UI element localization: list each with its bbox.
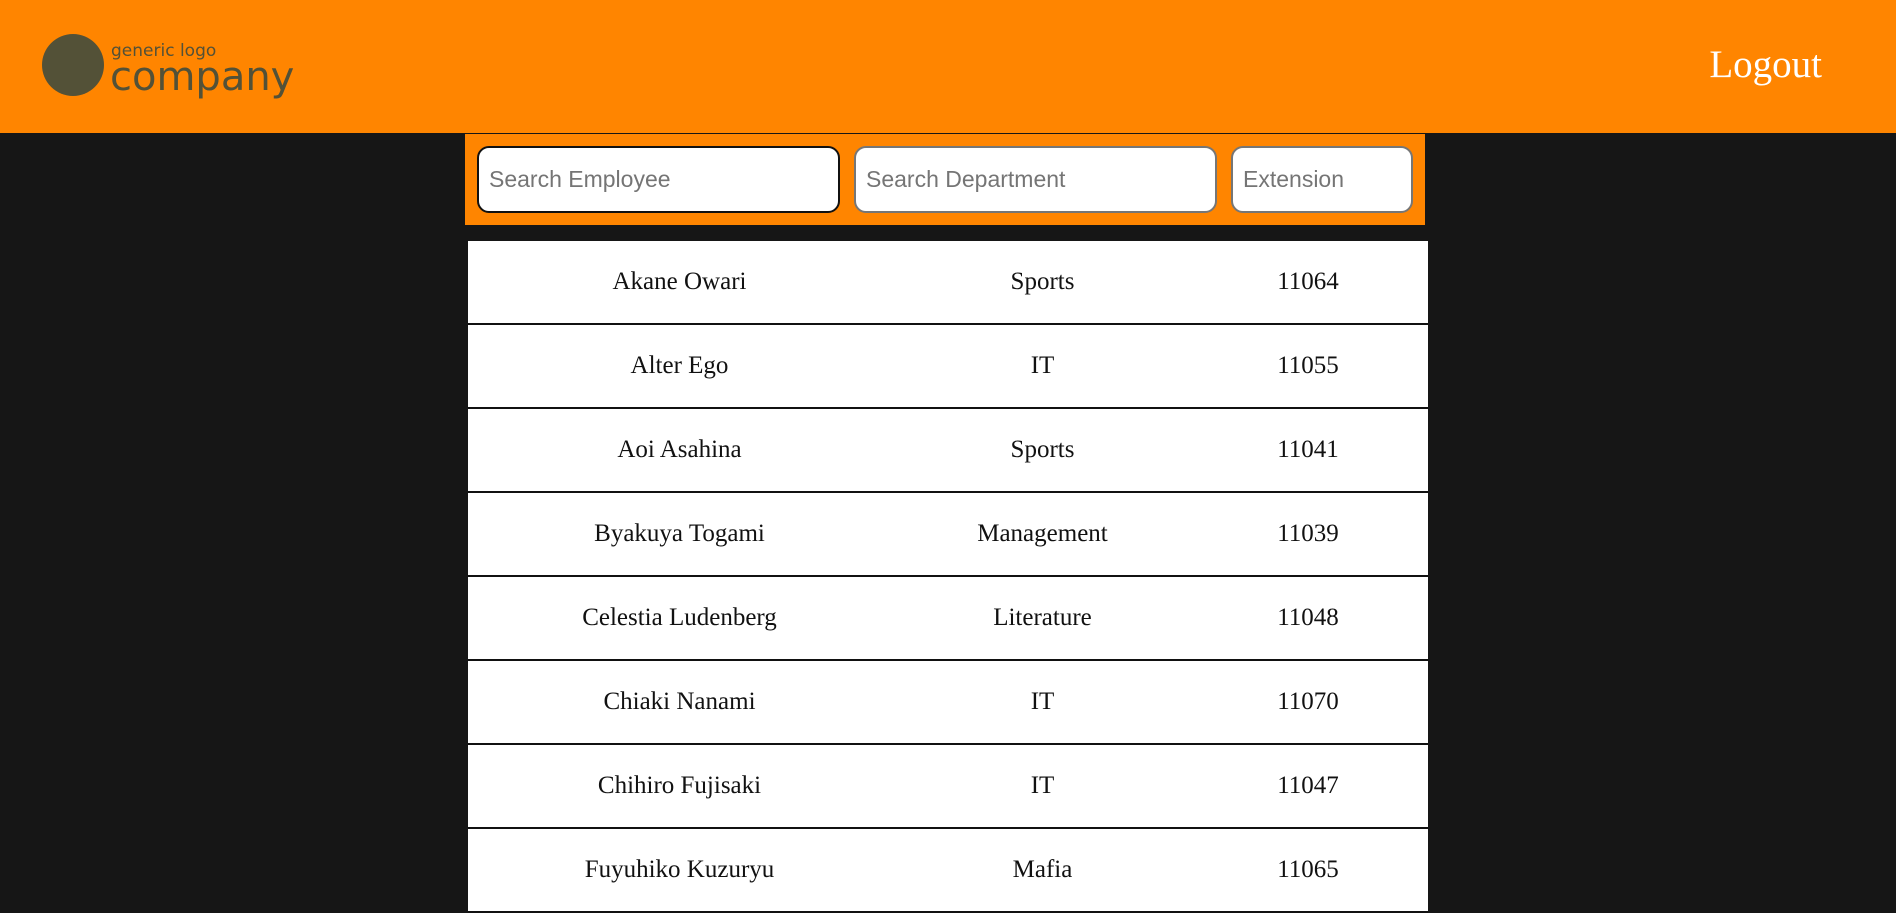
employee-name: Chihiro Fujisaki <box>597 772 762 799</box>
employee-name: Akane Owari <box>612 268 747 295</box>
employee-department: Literature <box>993 604 1092 631</box>
logo-circle-icon <box>42 34 104 96</box>
employee-name: Celestia Ludenberg <box>582 604 777 631</box>
employee-name: Alter Ego <box>630 352 729 379</box>
employee-department: IT <box>1030 688 1055 715</box>
employee-extension: 11055 <box>1277 352 1339 379</box>
employee-department: Mafia <box>1012 856 1073 883</box>
top-navigation-bar: generic logo company Logout <box>0 0 1896 133</box>
employee-department: Management <box>977 520 1108 547</box>
search-department-input[interactable] <box>854 146 1217 213</box>
table-row[interactable]: Chiaki Nanami IT 11070 <box>468 661 1428 745</box>
employee-name: Aoi Asahina <box>617 436 742 463</box>
employee-extension: 11039 <box>1277 520 1339 547</box>
table-row[interactable]: Byakuya Togami Management 11039 <box>468 493 1428 577</box>
table-row[interactable]: Akane Owari Sports 11064 <box>468 241 1428 325</box>
employee-table: Akane Owari Sports 11064 Alter Ego IT 11… <box>468 241 1428 913</box>
company-logo[interactable]: generic logo company <box>42 34 302 100</box>
logout-link[interactable]: Logout <box>1709 42 1822 88</box>
employee-extension: 11065 <box>1277 856 1339 883</box>
table-row[interactable]: Fuyuhiko Kuzuryu Mafia 11065 <box>468 829 1428 913</box>
table-row[interactable]: Aoi Asahina Sports 11041 <box>468 409 1428 493</box>
employee-name: Byakuya Togami <box>594 520 765 547</box>
employee-extension: 11064 <box>1277 268 1339 295</box>
logo-wordmark: company <box>110 54 295 100</box>
employee-name: Fuyuhiko Kuzuryu <box>584 856 775 883</box>
table-row[interactable]: Celestia Ludenberg Literature 11048 <box>468 577 1428 661</box>
employee-extension: 11070 <box>1277 688 1339 715</box>
search-extension-input[interactable] <box>1231 146 1413 213</box>
employee-department: Sports <box>1010 268 1075 295</box>
table-row[interactable]: Chihiro Fujisaki IT 11047 <box>468 745 1428 829</box>
employee-department: Sports <box>1010 436 1075 463</box>
employee-name: Chiaki Nanami <box>603 688 756 715</box>
employee-extension: 11047 <box>1277 772 1339 799</box>
search-bar <box>465 134 1425 225</box>
employee-department: IT <box>1030 772 1055 799</box>
search-employee-input[interactable] <box>477 146 840 213</box>
employee-department: IT <box>1030 352 1055 379</box>
employee-extension: 11048 <box>1277 604 1339 631</box>
employee-extension: 11041 <box>1277 436 1339 463</box>
table-row[interactable]: Alter Ego IT 11055 <box>468 325 1428 409</box>
